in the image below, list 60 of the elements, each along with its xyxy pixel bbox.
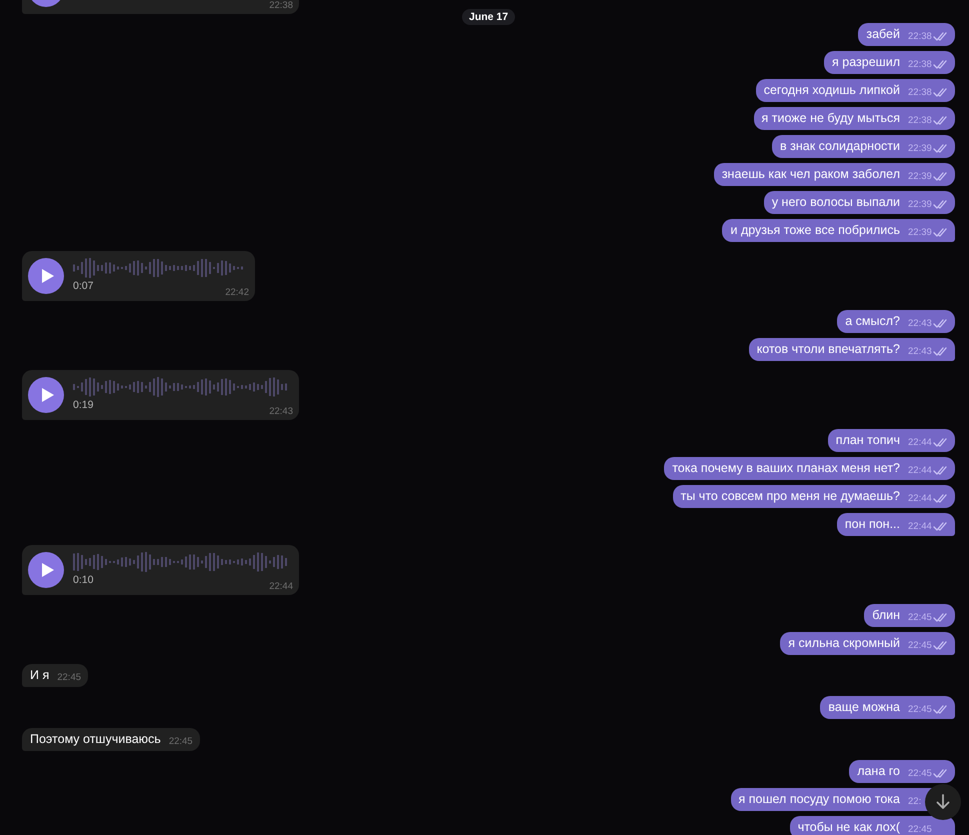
message-text: ты что совсем про меня не думаешь? bbox=[680, 488, 900, 505]
message-text: забей bbox=[866, 26, 900, 43]
message-time: 22:45 bbox=[57, 671, 82, 685]
message-text: сегодня ходишь липкой bbox=[764, 82, 900, 99]
message-time: 22:45 bbox=[908, 767, 932, 781]
message-time: 22:39 bbox=[908, 226, 932, 240]
message-text: лана го bbox=[857, 763, 900, 780]
message-text: а смысл? bbox=[845, 313, 900, 330]
message-time: 22:45 bbox=[168, 735, 193, 749]
message-time: 22:44 bbox=[908, 436, 932, 450]
play-button[interactable] bbox=[28, 377, 64, 413]
message-time: 22:44 bbox=[908, 492, 932, 506]
message-text: у него волосы выпали bbox=[772, 194, 900, 211]
message-time: 22:44 bbox=[269, 581, 293, 593]
message-text: и друзья тоже все побрились bbox=[730, 222, 900, 239]
message-time: 22: bbox=[908, 795, 922, 809]
play-icon bbox=[40, 562, 54, 578]
message-time: 22:43 bbox=[269, 406, 293, 418]
message-text: в знак солидарности bbox=[780, 138, 900, 155]
play-button[interactable] bbox=[28, 552, 64, 588]
message-text: Поэтому отшучиваюсь bbox=[30, 731, 161, 748]
message-text: тока почему в ваших планах меня нет? bbox=[672, 460, 900, 477]
message-time: 22:45 bbox=[908, 823, 932, 835]
message-text: я разрешил bbox=[832, 54, 900, 71]
message-time: 22:39 bbox=[908, 170, 932, 184]
message-time: 22:38 bbox=[908, 58, 932, 72]
message-text: пон пон... bbox=[844, 516, 900, 533]
voice-duration: 0:19 bbox=[73, 398, 94, 412]
message-text: знаешь как чел раком заболел bbox=[722, 166, 900, 183]
message-time: 22:45 bbox=[908, 703, 932, 717]
message-time: 22:38 bbox=[269, 0, 293, 12]
message-text: чтобы не как лох( bbox=[798, 819, 900, 835]
voice-duration: 0:10 bbox=[73, 574, 94, 586]
message-time: 22:45 bbox=[908, 611, 932, 625]
message-text: блин bbox=[872, 607, 900, 624]
message-text: котов чтоли впечатлять? bbox=[756, 341, 900, 358]
message-time: 22:38 bbox=[908, 114, 932, 128]
message-time: 22:39 bbox=[908, 142, 932, 156]
play-icon bbox=[40, 268, 54, 284]
message-time: 22:43 bbox=[908, 317, 932, 331]
message-time: 22:38 bbox=[908, 86, 932, 100]
message-time: 22:45 bbox=[908, 639, 932, 653]
message-text: я тиоже не буду мыться bbox=[762, 110, 900, 127]
message-time: 22:44 bbox=[908, 464, 932, 478]
play-button[interactable] bbox=[28, 258, 64, 294]
play-icon bbox=[40, 387, 54, 403]
message-time: 22:43 bbox=[908, 345, 932, 359]
message-time: 22:44 bbox=[908, 520, 932, 534]
message-text: план топич bbox=[836, 432, 900, 449]
scroll-down-button[interactable] bbox=[925, 784, 961, 820]
message-text: я сильна скромный bbox=[788, 635, 900, 652]
message-text: И я bbox=[30, 667, 50, 684]
message-time: 22:42 bbox=[225, 287, 249, 299]
message-time: 22:38 bbox=[908, 30, 932, 44]
voice-duration: 0:07 bbox=[73, 280, 94, 292]
date-label: June 17 bbox=[462, 9, 516, 25]
message-text: я пошел посуду помою тока bbox=[738, 791, 900, 808]
arrow-down-icon bbox=[934, 793, 952, 811]
message-time: 22:39 bbox=[908, 198, 932, 212]
message-text: ваще можна bbox=[828, 699, 900, 716]
